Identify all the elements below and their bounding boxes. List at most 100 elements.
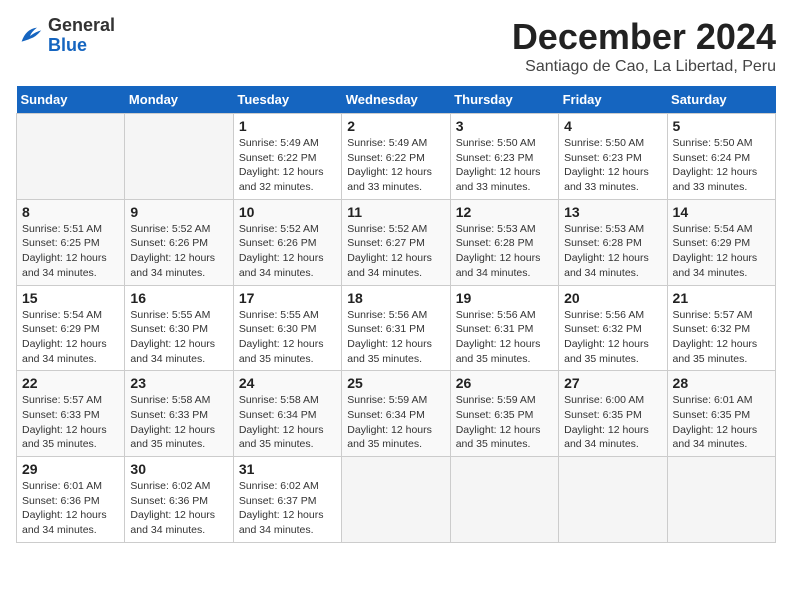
day-info: Sunrise: 5:59 AMSunset: 6:35 PMDaylight:… xyxy=(456,394,541,450)
weekday-header: Thursday xyxy=(450,86,558,114)
calendar-day-cell: 31 Sunrise: 6:02 AMSunset: 6:37 PMDaylig… xyxy=(233,457,341,543)
calendar-day-cell: 26 Sunrise: 5:59 AMSunset: 6:35 PMDaylig… xyxy=(450,371,558,457)
calendar-day-cell: 25 Sunrise: 5:59 AMSunset: 6:34 PMDaylig… xyxy=(342,371,450,457)
calendar-day-cell: 18 Sunrise: 5:56 AMSunset: 6:31 PMDaylig… xyxy=(342,285,450,371)
day-number: 21 xyxy=(673,290,770,306)
day-number: 3 xyxy=(456,118,553,134)
day-number: 16 xyxy=(130,290,227,306)
calendar-day-cell: 3 Sunrise: 5:50 AMSunset: 6:23 PMDayligh… xyxy=(450,114,558,200)
calendar-day-cell: 8 Sunrise: 5:51 AMSunset: 6:25 PMDayligh… xyxy=(17,199,125,285)
logo: General Blue xyxy=(16,16,115,56)
day-info: Sunrise: 5:50 AMSunset: 6:23 PMDaylight:… xyxy=(564,137,649,193)
day-info: Sunrise: 6:01 AMSunset: 6:36 PMDaylight:… xyxy=(22,480,107,536)
day-info: Sunrise: 5:55 AMSunset: 6:30 PMDaylight:… xyxy=(130,309,215,365)
calendar-day-cell: 20 Sunrise: 5:56 AMSunset: 6:32 PMDaylig… xyxy=(559,285,667,371)
day-number: 20 xyxy=(564,290,661,306)
day-info: Sunrise: 5:57 AMSunset: 6:33 PMDaylight:… xyxy=(22,394,107,450)
day-number: 25 xyxy=(347,375,444,391)
calendar-day-cell xyxy=(667,457,775,543)
calendar-table: SundayMondayTuesdayWednesdayThursdayFrid… xyxy=(16,86,776,543)
day-info: Sunrise: 5:49 AMSunset: 6:22 PMDaylight:… xyxy=(347,137,432,193)
day-info: Sunrise: 6:02 AMSunset: 6:37 PMDaylight:… xyxy=(239,480,324,536)
calendar-day-cell: 10 Sunrise: 5:52 AMSunset: 6:26 PMDaylig… xyxy=(233,199,341,285)
day-info: Sunrise: 5:56 AMSunset: 6:32 PMDaylight:… xyxy=(564,309,649,365)
calendar-day-cell: 21 Sunrise: 5:57 AMSunset: 6:32 PMDaylig… xyxy=(667,285,775,371)
logo-bird-icon xyxy=(16,22,44,50)
day-info: Sunrise: 5:58 AMSunset: 6:33 PMDaylight:… xyxy=(130,394,215,450)
day-number: 29 xyxy=(22,461,119,477)
calendar-day-cell: 22 Sunrise: 5:57 AMSunset: 6:33 PMDaylig… xyxy=(17,371,125,457)
weekday-header: Tuesday xyxy=(233,86,341,114)
day-number: 24 xyxy=(239,375,336,391)
day-info: Sunrise: 5:56 AMSunset: 6:31 PMDaylight:… xyxy=(347,309,432,365)
day-info: Sunrise: 5:55 AMSunset: 6:30 PMDaylight:… xyxy=(239,309,324,365)
day-number: 27 xyxy=(564,375,661,391)
day-info: Sunrise: 5:54 AMSunset: 6:29 PMDaylight:… xyxy=(22,309,107,365)
calendar-day-cell: 2 Sunrise: 5:49 AMSunset: 6:22 PMDayligh… xyxy=(342,114,450,200)
calendar-day-cell: 27 Sunrise: 6:00 AMSunset: 6:35 PMDaylig… xyxy=(559,371,667,457)
calendar-week-row: 29 Sunrise: 6:01 AMSunset: 6:36 PMDaylig… xyxy=(17,457,776,543)
day-info: Sunrise: 5:59 AMSunset: 6:34 PMDaylight:… xyxy=(347,394,432,450)
calendar-day-cell: 30 Sunrise: 6:02 AMSunset: 6:36 PMDaylig… xyxy=(125,457,233,543)
calendar-day-cell: 24 Sunrise: 5:58 AMSunset: 6:34 PMDaylig… xyxy=(233,371,341,457)
calendar-day-cell: 15 Sunrise: 5:54 AMSunset: 6:29 PMDaylig… xyxy=(17,285,125,371)
day-number: 18 xyxy=(347,290,444,306)
day-number: 9 xyxy=(130,204,227,220)
day-number: 8 xyxy=(22,204,119,220)
day-number: 4 xyxy=(564,118,661,134)
day-info: Sunrise: 5:49 AMSunset: 6:22 PMDaylight:… xyxy=(239,137,324,193)
title-area: December 2024 Santiago de Cao, La Libert… xyxy=(512,16,776,76)
calendar-week-row: 1 Sunrise: 5:49 AMSunset: 6:22 PMDayligh… xyxy=(17,114,776,200)
calendar-day-cell: 19 Sunrise: 5:56 AMSunset: 6:31 PMDaylig… xyxy=(450,285,558,371)
calendar-day-cell: 16 Sunrise: 5:55 AMSunset: 6:30 PMDaylig… xyxy=(125,285,233,371)
weekday-header: Monday xyxy=(125,86,233,114)
day-info: Sunrise: 6:00 AMSunset: 6:35 PMDaylight:… xyxy=(564,394,649,450)
calendar-day-cell: 5 Sunrise: 5:50 AMSunset: 6:24 PMDayligh… xyxy=(667,114,775,200)
day-number: 17 xyxy=(239,290,336,306)
calendar-day-cell xyxy=(125,114,233,200)
calendar-day-cell xyxy=(342,457,450,543)
day-info: Sunrise: 5:58 AMSunset: 6:34 PMDaylight:… xyxy=(239,394,324,450)
day-info: Sunrise: 5:51 AMSunset: 6:25 PMDaylight:… xyxy=(22,223,107,279)
day-info: Sunrise: 6:01 AMSunset: 6:35 PMDaylight:… xyxy=(673,394,758,450)
weekday-header: Friday xyxy=(559,86,667,114)
day-number: 31 xyxy=(239,461,336,477)
calendar-day-cell: 17 Sunrise: 5:55 AMSunset: 6:30 PMDaylig… xyxy=(233,285,341,371)
calendar-week-row: 22 Sunrise: 5:57 AMSunset: 6:33 PMDaylig… xyxy=(17,371,776,457)
day-number: 19 xyxy=(456,290,553,306)
day-info: Sunrise: 5:53 AMSunset: 6:28 PMDaylight:… xyxy=(456,223,541,279)
month-title: December 2024 xyxy=(512,16,776,58)
calendar-day-cell: 23 Sunrise: 5:58 AMSunset: 6:33 PMDaylig… xyxy=(125,371,233,457)
calendar-day-cell xyxy=(559,457,667,543)
day-info: Sunrise: 5:54 AMSunset: 6:29 PMDaylight:… xyxy=(673,223,758,279)
day-info: Sunrise: 6:02 AMSunset: 6:36 PMDaylight:… xyxy=(130,480,215,536)
day-info: Sunrise: 5:52 AMSunset: 6:26 PMDaylight:… xyxy=(130,223,215,279)
day-number: 22 xyxy=(22,375,119,391)
day-number: 28 xyxy=(673,375,770,391)
day-info: Sunrise: 5:52 AMSunset: 6:26 PMDaylight:… xyxy=(239,223,324,279)
calendar-day-cell: 1 Sunrise: 5:49 AMSunset: 6:22 PMDayligh… xyxy=(233,114,341,200)
calendar-week-row: 8 Sunrise: 5:51 AMSunset: 6:25 PMDayligh… xyxy=(17,199,776,285)
calendar-day-cell: 28 Sunrise: 6:01 AMSunset: 6:35 PMDaylig… xyxy=(667,371,775,457)
day-info: Sunrise: 5:50 AMSunset: 6:23 PMDaylight:… xyxy=(456,137,541,193)
calendar-day-cell: 29 Sunrise: 6:01 AMSunset: 6:36 PMDaylig… xyxy=(17,457,125,543)
day-info: Sunrise: 5:53 AMSunset: 6:28 PMDaylight:… xyxy=(564,223,649,279)
day-number: 10 xyxy=(239,204,336,220)
day-number: 11 xyxy=(347,204,444,220)
calendar-day-cell xyxy=(450,457,558,543)
day-number: 5 xyxy=(673,118,770,134)
day-info: Sunrise: 5:52 AMSunset: 6:27 PMDaylight:… xyxy=(347,223,432,279)
day-number: 15 xyxy=(22,290,119,306)
day-number: 12 xyxy=(456,204,553,220)
day-number: 30 xyxy=(130,461,227,477)
calendar-day-cell: 4 Sunrise: 5:50 AMSunset: 6:23 PMDayligh… xyxy=(559,114,667,200)
calendar-day-cell: 9 Sunrise: 5:52 AMSunset: 6:26 PMDayligh… xyxy=(125,199,233,285)
day-number: 26 xyxy=(456,375,553,391)
calendar-day-cell: 14 Sunrise: 5:54 AMSunset: 6:29 PMDaylig… xyxy=(667,199,775,285)
logo-blue: Blue xyxy=(48,35,87,55)
day-number: 13 xyxy=(564,204,661,220)
weekday-header: Saturday xyxy=(667,86,775,114)
weekday-header: Sunday xyxy=(17,86,125,114)
day-info: Sunrise: 5:50 AMSunset: 6:24 PMDaylight:… xyxy=(673,137,758,193)
day-number: 1 xyxy=(239,118,336,134)
